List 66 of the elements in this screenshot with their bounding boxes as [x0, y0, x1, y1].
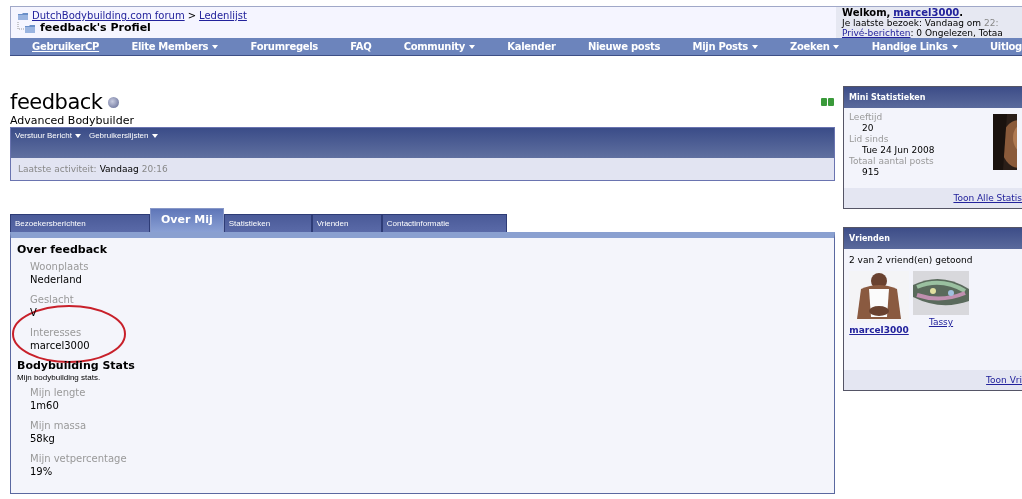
field-label: Mijn massa [30, 419, 87, 432]
caret-icon [151, 133, 158, 138]
menu-button[interactable]: Gebruikerslijsten [88, 131, 158, 140]
field-label: Mijn vetpercentage [30, 452, 127, 465]
tab[interactable]: Vrienden [311, 214, 382, 232]
last-visit-time: 22: [984, 18, 999, 28]
caret-icon [212, 44, 219, 49]
field-value: 1m60 [30, 399, 59, 412]
message-count-text: : 0 Ongelezen, Totaa [910, 28, 1003, 38]
stat-value: 20 [861, 123, 875, 134]
friend-link[interactable]: marcel3000 [849, 325, 909, 335]
activity-time: 20:16 [141, 164, 168, 174]
breadcrumb-link[interactable]: DutchBodybuilding.com forum [32, 11, 185, 21]
nav-item[interactable]: GebruikerCP [32, 41, 100, 52]
field-label: Interesses [30, 326, 82, 339]
section-description: Mijn bodybuilding stats. [17, 373, 101, 382]
breadcrumb-separator: > [187, 11, 197, 21]
breadcrumb-link[interactable]: Ledenlijst [199, 11, 247, 21]
field-label: Woonplaats [30, 260, 89, 273]
nav-item[interactable]: Zoeken [790, 41, 840, 52]
nav-item[interactable]: Community [403, 41, 475, 52]
user-rank: Advanced Bodybuilder [10, 114, 135, 127]
show-all-stats-link[interactable]: Toon Alle Statis [953, 193, 1022, 203]
welcome-text: Welkom, [842, 7, 891, 18]
nav-item[interactable]: Kalender [507, 41, 556, 52]
last-visit-text: Je laatste bezoek: Vandaag om [842, 18, 982, 28]
stat-label: Lid sinds [849, 134, 890, 145]
friend-link[interactable]: Tassy [928, 317, 954, 327]
nav-item[interactable]: FAQ [350, 41, 372, 52]
caret-icon [751, 44, 758, 49]
caret-icon [74, 133, 81, 138]
nav-item[interactable]: Mijn Posts [692, 41, 758, 52]
friends-count: 2 van 2 vriend(en) getoond [849, 255, 974, 265]
caret-icon [468, 44, 475, 49]
page-title: feedback's Profiel [40, 23, 151, 33]
stat-label: Leeftijd [849, 112, 884, 123]
caret-icon [951, 44, 958, 49]
tab[interactable]: Contactinformatie [381, 214, 507, 232]
field-label: Geslacht [30, 293, 74, 306]
section-title: Bodybuilding Stats [17, 359, 135, 373]
period-text: . [959, 7, 964, 18]
tab[interactable]: Over Mij [150, 208, 224, 232]
show-friends-link[interactable]: Toon Vri [986, 375, 1022, 385]
field-value: marcel3000 [30, 339, 90, 352]
field-value: 58kg [30, 432, 55, 445]
tab[interactable]: Bezoekersberichten [10, 214, 150, 232]
nav-item[interactable]: Forumregels [250, 41, 318, 52]
tab[interactable]: Statistieken [223, 214, 312, 232]
nav-item[interactable]: Handige Links [871, 41, 958, 52]
username: feedback [10, 90, 103, 114]
field-label: Mijn lengte [30, 386, 86, 399]
nav-item[interactable]: Elite Members [131, 41, 219, 52]
activity-label: Laatste activiteit: [18, 164, 97, 174]
stat-label: Totaal aantal posts [849, 156, 935, 167]
field-value: 19% [30, 465, 53, 478]
field-value: Nederland [30, 273, 82, 286]
stat-value: 915 [861, 167, 881, 178]
section-title: Over feedback [17, 243, 107, 257]
caret-icon [833, 44, 840, 49]
panel-title: Mini Statistieken [844, 87, 1022, 108]
panel-title: Vrienden [844, 228, 1022, 249]
nav-item[interactable]: Nieuwe posts [587, 41, 661, 52]
stat-value: Tue 24 Jun 2008 [861, 145, 935, 156]
menu-button[interactable]: Verstuur Bericht [15, 131, 81, 140]
nav-item[interactable]: Uitlog [989, 41, 1022, 52]
activity-day: Vandaag [99, 164, 139, 174]
